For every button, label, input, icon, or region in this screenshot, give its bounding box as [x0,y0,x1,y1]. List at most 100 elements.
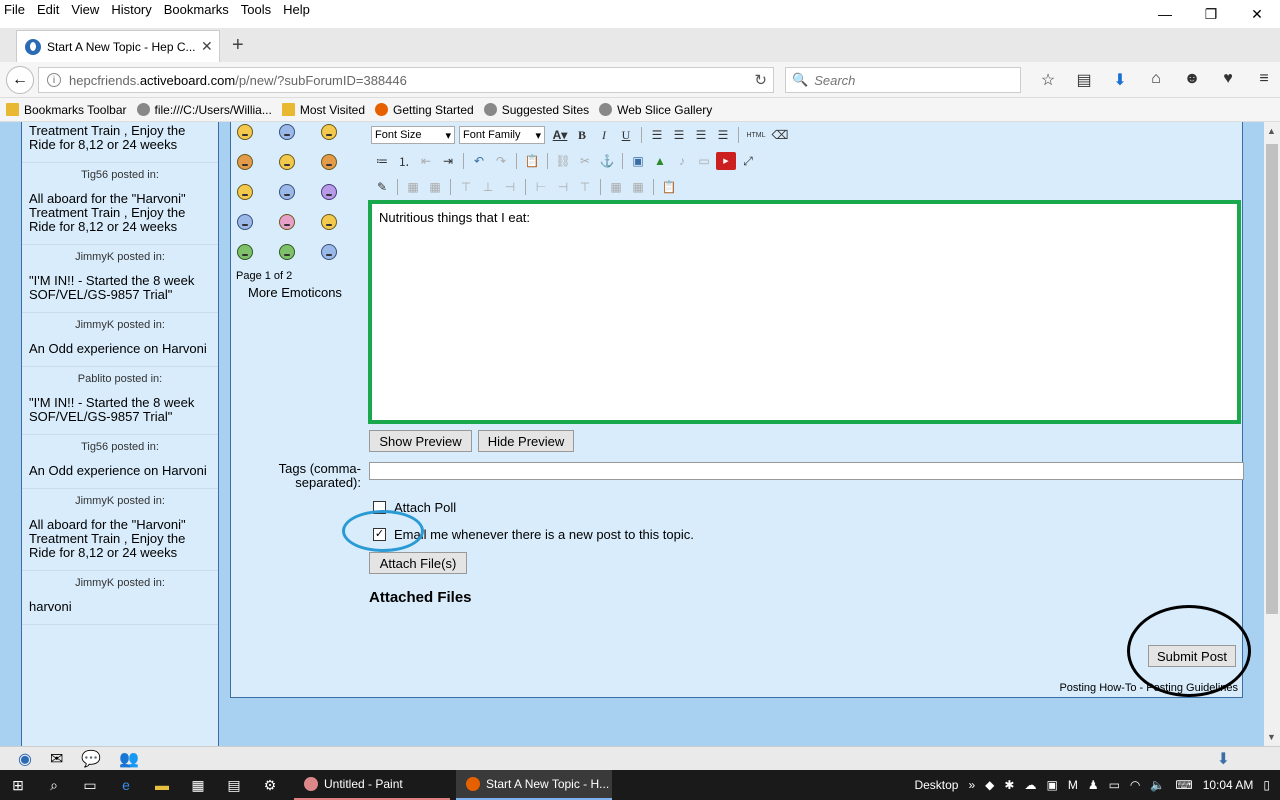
insert-image-icon[interactable]: ▲ [650,152,670,170]
activeboard-icon[interactable]: ◉ [18,749,32,769]
post-editor[interactable]: Nutritious things that I eat: [368,200,1241,424]
close-window-button[interactable]: ✕ [1234,0,1280,28]
more-emoticons-link[interactable]: More Emoticons [248,285,365,300]
font-family-select[interactable]: Font Family ▾ [459,126,545,144]
edge-icon[interactable]: e [108,777,144,793]
scrollbar-thumb[interactable] [1266,144,1278,614]
table-props-icon[interactable]: ▦ [403,178,423,196]
file-explorer-icon[interactable]: ▬ [144,777,180,793]
redo-icon[interactable]: ↷ [491,152,511,170]
users-icon[interactable]: 👥 [119,749,139,769]
paste-icon[interactable]: 📋 [522,152,542,170]
wink-emoticon-icon[interactable] [321,184,337,200]
hamburger-menu-icon[interactable]: ≡ [1246,70,1280,90]
tray-overflow-icon[interactable]: » [968,778,975,792]
font-color-icon[interactable]: A▾ [550,126,570,144]
indent-icon[interactable]: ⇥ [438,152,458,170]
calendar-icon[interactable]: ▦ [180,777,216,794]
split-cells-icon[interactable]: ▦ [606,178,626,196]
worried-emoticon-icon[interactable] [321,214,337,230]
volume-icon[interactable]: 🔈 [1150,778,1165,792]
align-left-icon[interactable]: ☰ [647,126,667,144]
close-tab-icon[interactable]: ✕ [201,38,213,55]
dropbox-icon[interactable]: ◆ [985,778,994,792]
fullscreen-icon[interactable]: ⤢ [738,152,758,170]
desktop-label[interactable]: Desktop [914,778,958,792]
menu-bookmarks[interactable]: Bookmarks [158,0,235,20]
paste-word-icon[interactable]: 📋 [659,178,679,196]
hello-icon[interactable]: ☻ [1174,70,1210,90]
cell-props-icon[interactable]: ▦ [425,178,445,196]
surprised-emoticon-icon[interactable] [321,244,337,260]
new-tab-button[interactable]: + [232,34,244,57]
bold-icon[interactable]: B [572,126,592,144]
link-icon[interactable]: ⛓ [553,152,573,170]
reading-list-icon[interactable]: ▤ [1066,70,1102,90]
bluetooth-icon[interactable]: ✱ [1004,778,1014,792]
app-tray-icon[interactable]: ▣ [1046,778,1057,792]
scroll-up-icon[interactable]: ▲ [1267,126,1276,136]
bullet-list-icon[interactable]: ≔ [372,152,392,170]
clock[interactable]: 10:04 AM [1203,778,1254,792]
menu-help[interactable]: Help [277,0,316,20]
onedrive-icon[interactable]: ☁ [1024,778,1036,792]
settings-gear-icon[interactable]: ⚙ [252,777,288,794]
col-before-icon[interactable]: ⊢ [531,178,551,196]
chat-icon[interactable]: 💬 [81,749,101,769]
sick-emoticon-icon[interactable] [237,244,253,260]
post-link[interactable]: "I'M IN!! - Started the 8 week SOF/VEL/G… [22,268,218,312]
download-arrow-icon[interactable]: ⬇ [1217,749,1230,769]
battery-icon[interactable]: ▭ [1109,778,1120,792]
url-bar[interactable]: i hepcfriends.activeboard.com/p/new/?sub… [38,67,774,93]
menu-history[interactable]: History [105,0,157,20]
wifi-icon[interactable]: ◠ [1130,778,1140,792]
bookmark-file-users[interactable]: file:///C:/Users/Willia... [136,103,272,117]
vertical-scrollbar[interactable]: ▲ ▼ [1264,122,1280,746]
bookmark-star-icon[interactable]: ☆ [1030,70,1066,90]
post-link[interactable]: harvoni [22,594,218,624]
search-icon[interactable]: ⌕ [36,777,72,794]
back-button[interactable]: ← [6,66,34,94]
downloads-icon[interactable]: ⬇ [1102,70,1138,90]
sad-emoticon-icon[interactable] [237,214,253,230]
bookmark-web-slice-gallery[interactable]: Web Slice Gallery [599,103,712,117]
home-icon[interactable]: ⌂ [1138,70,1174,90]
bookmark-toolbar-folder[interactable]: Bookmarks Toolbar [6,103,127,117]
anchor-icon[interactable]: ⚓ [597,152,617,170]
smile-emoticon-icon[interactable] [237,124,253,140]
font-size-select[interactable]: Font Size ▾ [371,126,455,144]
attach-files-button[interactable]: Attach File(s) [369,552,467,574]
numbered-list-icon[interactable]: ⒈ [394,152,414,170]
info-icon[interactable]: i [47,73,61,87]
delete-row-icon[interactable]: ⊣ [500,178,520,196]
shades-emoticon-icon[interactable] [279,244,295,260]
image-icon[interactable]: ▣ [628,152,648,170]
post-link[interactable]: An Odd experience on Harvoni [22,458,218,488]
restore-button[interactable]: ❐ [1188,0,1234,28]
align-right-icon[interactable]: ☰ [691,126,711,144]
menu-tools[interactable]: Tools [235,0,277,20]
align-justify-icon[interactable]: ☰ [713,126,733,144]
reload-icon[interactable]: ↻ [754,71,767,89]
hide-preview-button[interactable]: Hide Preview [478,430,574,452]
search-input[interactable] [814,72,1015,88]
html-source-icon[interactable]: HTML [744,126,768,144]
taskbar-paint[interactable]: Untitled - Paint [294,770,450,800]
media-icon[interactable]: ♪ [672,152,692,170]
people-icon[interactable]: ♟ [1088,778,1099,792]
menu-edit[interactable]: Edit [31,0,65,20]
taskbar-firefox[interactable]: Start A New Topic - H... [456,770,612,800]
row-after-icon[interactable]: ⊥ [478,178,498,196]
col-after-icon[interactable]: ⊣ [553,178,573,196]
eraser-icon[interactable]: ⌫ [770,126,790,144]
tongue-emoticon-icon[interactable] [321,154,337,170]
post-link[interactable]: "I'M IN!! - Started the 8 week SOF/VEL/G… [22,390,218,434]
outdent-icon[interactable]: ⇤ [416,152,436,170]
tab-start-new-topic[interactable]: Start A New Topic - Hep C... ✕ [16,30,220,62]
menu-file[interactable]: File [0,0,31,20]
post-link[interactable]: All aboard for the "Harvoni" Treatment T… [22,122,218,162]
edit-icon[interactable]: ✎ [372,178,392,196]
bookmark-most-visited[interactable]: Most Visited [281,103,365,117]
undo-icon[interactable]: ↶ [469,152,489,170]
laugh-emoticon-icon[interactable] [321,124,337,140]
